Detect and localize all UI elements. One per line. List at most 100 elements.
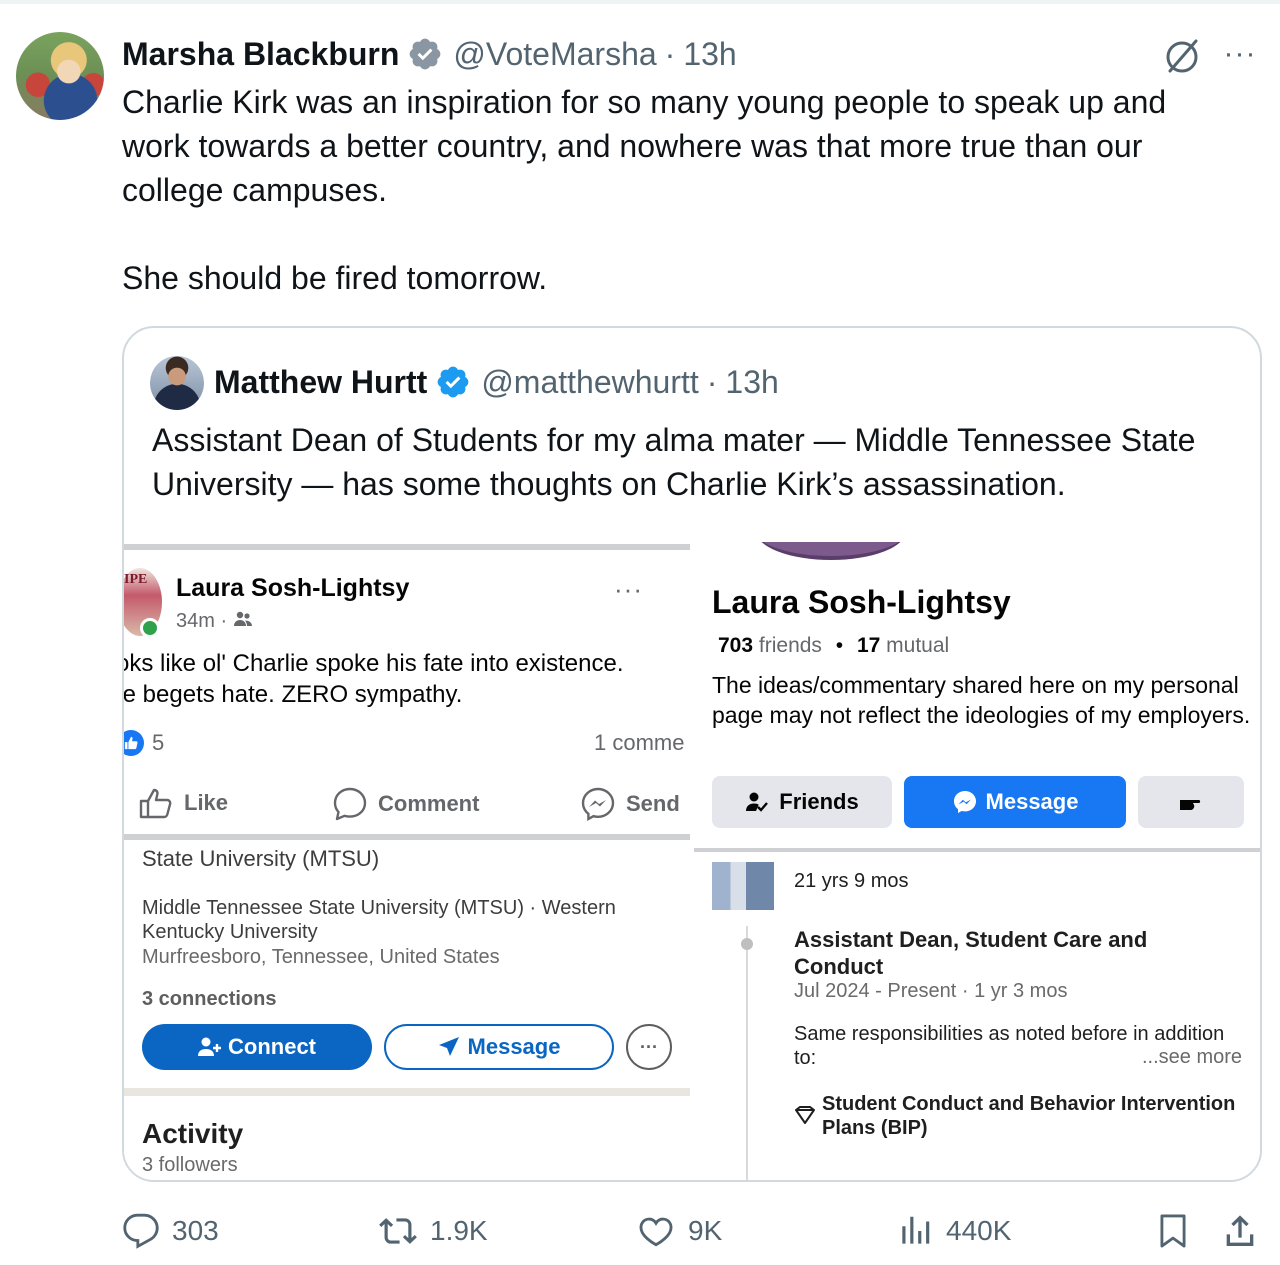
fb-action-bar: Like Comment Send xyxy=(124,780,690,828)
bookmark-icon xyxy=(1160,1214,1186,1248)
fb-post-body: oks like ol' Charlie spoke his fate into… xyxy=(124,648,690,710)
author-name[interactable]: Marsha Blackburn xyxy=(122,36,399,73)
top-divider xyxy=(0,0,1280,4)
li-location: Murfreesboro, Tennessee, United States xyxy=(142,946,500,968)
li-activity-title: Activity xyxy=(142,1118,244,1149)
header-separator: · xyxy=(706,363,718,400)
quote-author-name[interactable]: Matthew Hurtt xyxy=(214,364,427,401)
li-connect-button: Connect xyxy=(142,1024,372,1070)
avatar-text: IPE xyxy=(124,572,148,587)
friends-count: 703 xyxy=(718,634,754,657)
views-icon xyxy=(902,1216,930,1244)
fb-like-button: Like xyxy=(138,786,228,820)
li-connections: 3 connections xyxy=(142,988,277,1010)
company-logo xyxy=(712,862,774,910)
divider xyxy=(124,544,690,550)
fb-profile-name: Laura Sosh-Lightsy xyxy=(712,584,1011,620)
like-icon xyxy=(639,1217,673,1247)
li-role-dates: Jul 2024 - Present · 1 yr 3 mos xyxy=(794,980,1068,1002)
thumbs-up-icon xyxy=(139,788,172,819)
friend-check-icon xyxy=(746,792,769,812)
fb-friends-label: Friends xyxy=(779,789,859,814)
linkedin-experience-screenshot: 21 yrs 9 mos Assistant Dean, Student Car… xyxy=(694,856,1260,1180)
repost-icon xyxy=(379,1218,417,1244)
timeline-line xyxy=(746,926,748,1180)
share-icon xyxy=(1226,1215,1254,1246)
reply-icon xyxy=(123,1213,159,1249)
fb-reactions: 5 xyxy=(124,730,164,756)
bookmark-button[interactable] xyxy=(1154,1204,1204,1258)
li-education: Middle Tennessee State University (MTSU)… xyxy=(142,897,616,943)
like-button[interactable]: 9K xyxy=(636,1204,722,1258)
fb-post-line: te begets hate. ZERO sympathy. xyxy=(124,681,463,708)
comment-bubble-icon xyxy=(333,787,367,821)
li-more-button: ··· xyxy=(626,1024,672,1070)
share-button[interactable] xyxy=(1220,1204,1272,1258)
views-count: 440K xyxy=(946,1215,1012,1246)
online-status-icon xyxy=(140,618,160,638)
tweet-action-bar: 303 1.9K 9K 440K xyxy=(0,1204,1280,1258)
li-see-more: ...see more xyxy=(1142,1046,1243,1068)
divider xyxy=(124,1088,690,1096)
timeline-dot xyxy=(741,938,753,950)
tweet-time[interactable]: 13h xyxy=(683,36,736,73)
repost-count: 1.9K xyxy=(430,1215,488,1246)
fb-post-author: Laura Sosh-Lightsy xyxy=(176,574,410,602)
friends-audience-icon xyxy=(233,611,252,626)
like-count: 9K xyxy=(688,1215,723,1246)
send-arrow-icon xyxy=(438,1037,459,1056)
fb-post-meta: 34m · xyxy=(176,610,253,633)
li-followers: 3 followers xyxy=(142,1154,238,1176)
fb-comment-count: 1 comme xyxy=(594,730,685,755)
bullet: • xyxy=(835,634,844,657)
pointing-hand-icon xyxy=(1180,800,1201,810)
fb-send-label: Send xyxy=(626,791,680,816)
li-role-title: Assistant Dean, Student Care and Conduct xyxy=(794,927,1148,979)
quote-author-avatar[interactable] xyxy=(150,356,204,410)
li-cut-off-line: State University (MTSU) xyxy=(142,848,380,871)
tweet-text: Charlie Kirk was an inspiration for so m… xyxy=(122,80,1242,300)
fb-profile-bio: The ideas/commentary shared here on my p… xyxy=(712,672,1251,728)
li-connect-label: Connect xyxy=(228,1034,316,1059)
tweet-paragraph: Charlie Kirk was an inspiration for so m… xyxy=(122,84,1167,208)
fb-more-profile-button xyxy=(1138,776,1244,828)
profile-photo-edge xyxy=(756,542,906,560)
thumbs-up-reaction-icon xyxy=(124,730,144,756)
messenger-icon xyxy=(953,791,976,813)
views-button[interactable]: 440K xyxy=(896,1204,1011,1258)
quote-time[interactable]: 13h xyxy=(725,364,778,401)
author-handle[interactable]: @VoteMarsha xyxy=(453,36,656,73)
grok-icon[interactable] xyxy=(1162,36,1202,76)
friends-word: friends xyxy=(758,634,822,657)
reply-count: 303 xyxy=(172,1215,219,1246)
fb-message-label: Message xyxy=(985,789,1079,814)
fb-comment-button: Comment xyxy=(332,786,479,822)
quote-author-handle[interactable]: @matthewhurtt xyxy=(481,364,698,401)
reaction-count: 5 xyxy=(152,730,165,755)
divider xyxy=(694,848,1260,852)
fb-comment-label: Comment xyxy=(378,791,480,816)
fb-post-time: 34m · xyxy=(176,610,233,632)
reply-button[interactable]: 303 xyxy=(122,1204,219,1258)
facebook-profile-screenshot: Laura Sosh-Lightsy 703 friends • 17 mutu… xyxy=(694,542,1260,852)
quote-text: Assistant Dean of Students for my alma m… xyxy=(152,422,1196,502)
fb-like-label: Like xyxy=(184,790,229,815)
li-skill: Student Conduct and Behavior Interventio… xyxy=(822,1093,1236,1139)
mutual-count: 17 xyxy=(856,634,881,657)
verified-badge-icon xyxy=(437,366,469,398)
add-person-icon xyxy=(198,1037,221,1056)
author-avatar[interactable] xyxy=(16,32,104,120)
li-message-button: Message xyxy=(384,1024,614,1070)
li-message-label: Message xyxy=(467,1034,561,1059)
more-icon[interactable]: ··· xyxy=(1222,39,1258,72)
quote-tweet-card[interactable]: Matthew Hurtt @matthewhurtt · 13h Assist… xyxy=(122,326,1262,1182)
divider xyxy=(124,834,690,840)
repost-button[interactable]: 1.9K xyxy=(378,1204,488,1258)
skill-diamond-icon xyxy=(795,1106,815,1124)
verified-badge-icon xyxy=(410,38,441,70)
fb-post-line: oks like ol' Charlie spoke his fate into… xyxy=(124,650,624,677)
messenger-icon xyxy=(581,787,615,822)
fb-friends-button: Friends xyxy=(712,776,892,828)
facebook-post-screenshot: IPE Laura Sosh-Lightsy 34m · ··· oks lik… xyxy=(124,544,690,840)
mutual-word: mutual xyxy=(886,634,950,657)
